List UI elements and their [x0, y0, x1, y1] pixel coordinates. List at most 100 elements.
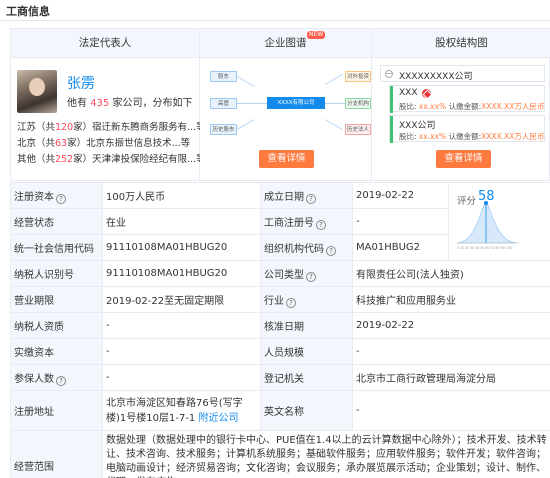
table-value: 2019-02-22至无固定期限: [102, 286, 261, 313]
business-scope-value: 数据处理（数据处理中的银行卡中心、PUE值在1.4以上的云计算数据中心除外）；技…: [102, 430, 550, 478]
table-row: 注册地址 北京市海淀区知春路76号(写字楼)1号楼10层1-7-1 附近公司 英…: [10, 390, 550, 431]
table-value: -: [102, 364, 261, 391]
capital-label: 认缴金额:: [448, 132, 482, 141]
graph-node-investment: 对外投资: [345, 71, 371, 82]
table-key: 统一社会信用代码: [10, 234, 103, 261]
question-circle-icon[interactable]: ?: [306, 271, 316, 282]
table-row: 纳税人资质 - 核准日期 2019-02-22: [10, 312, 550, 339]
region-label: 其他（共: [17, 154, 56, 165]
region-line[interactable]: 江苏（共120家）宿迁新东腾商务服务有...等: [17, 119, 200, 133]
graph-node-shareholder: 股东: [210, 71, 237, 82]
equity-holder[interactable]: XXX 股比: xx.xx% 认缴金额:XXXX.XX万人民币: [389, 85, 545, 113]
capital-label: 认缴金额:: [448, 102, 482, 111]
nearby-companies-link[interactable]: 附近公司: [198, 413, 238, 424]
table-row: 参保人数? - 登记机关 北京市工商行政管理局海淀分局: [10, 364, 550, 391]
table-row: 纳税人识别号 91110108MA01HBUG20 公司类型? 有限责任公司(法…: [10, 260, 550, 287]
graph-edge: [237, 103, 267, 104]
table-value: 有限责任公司(法人独资): [352, 260, 550, 287]
region-line[interactable]: 其他（共252家）天津津投保险经纪有限...等: [17, 151, 200, 165]
table-value: 91110108MA01HBUG20: [102, 260, 261, 287]
table-key: 组织机构代码?: [260, 234, 353, 261]
key-label: 公司类型: [264, 269, 304, 281]
count-suffix: 家公司，分布如下: [112, 98, 193, 109]
table-key: 核准日期: [260, 312, 353, 339]
graph-detail-button[interactable]: 查看详情: [259, 150, 314, 168]
table-value: 北京市海淀区知春路76号(写字楼)1号楼10层1-7-1 附近公司: [102, 390, 261, 431]
table-key: 行业?: [260, 286, 353, 313]
graph-header-label: 企业图谱: [264, 37, 307, 49]
key-label: 成立日期: [264, 191, 304, 203]
table-value: 科技推广和应用服务业: [352, 286, 550, 313]
company-count: 他有 435 家公司，分布如下: [67, 94, 192, 109]
table-key: 注册资本?: [10, 182, 103, 209]
ratio-value: xx.xx%: [418, 132, 447, 141]
table-key: 经营状态: [10, 208, 103, 235]
score-cell[interactable]: 评分 58 0 10 20 30 40 50 60 70 80 90 100: [448, 182, 550, 261]
score-distribution-chart: 0 10 20 30 40 50 60 70 80 90 100: [456, 201, 519, 250]
table-value: MA01HBUG2: [352, 234, 449, 261]
table-value: -: [102, 312, 261, 339]
table-value: 2019-02-22: [352, 312, 550, 339]
capital-value: XXXX.XX万人民币: [481, 132, 545, 141]
key-label: 工商注册号: [264, 217, 314, 229]
equity-header: 股权结构图: [372, 29, 550, 58]
table-key: 成立日期?: [260, 182, 353, 209]
legal-rep-panel: 法定代表人 张雳 他有 435 家公司，分布如下 江苏（共120家）宿迁新东腾商…: [11, 29, 200, 182]
avatar[interactable]: [17, 70, 57, 113]
equity-root-name: XXXXXXXXX公司: [399, 72, 473, 82]
graph-center-node: XXXX有限公司: [267, 97, 325, 109]
table-key: 参保人数?: [10, 364, 103, 391]
question-circle-icon[interactable]: ?: [56, 375, 66, 386]
equity-holder[interactable]: XXX公司 股比: xx.xx% 认缴金额:XXXX.XX万人民币: [389, 115, 545, 143]
graph-header: 企业图谱 NEW: [200, 29, 371, 58]
region-line[interactable]: 北京（共63家）北京东振世信息技术...等: [17, 135, 200, 149]
table-key: 登记机关: [260, 364, 353, 391]
holder-name: XXX: [399, 88, 418, 98]
count-number[interactable]: 435: [90, 98, 109, 109]
holder-name: XXX公司: [399, 121, 436, 131]
graph-node-history-shareholder: 历史股东: [210, 124, 237, 135]
region-count: 63: [55, 138, 68, 149]
ratio-label: 股比:: [399, 102, 417, 111]
graph-edge: [325, 103, 345, 104]
question-circle-icon[interactable]: ?: [326, 245, 336, 256]
legal-rep-name[interactable]: 张雳: [67, 73, 95, 93]
table-key: 工商注册号?: [260, 208, 353, 235]
section-title: 工商信息: [6, 5, 50, 18]
table-key: 注册地址: [10, 390, 103, 431]
table-key: 公司类型?: [260, 260, 353, 287]
table-key: 经营范围: [10, 430, 103, 478]
region-count: 252: [55, 154, 74, 165]
key-label: 行业: [264, 295, 284, 307]
key-label: 注册资本: [14, 191, 54, 203]
table-row: 经营范围 数据处理（数据处理中的银行卡中心、PUE值在1.4以上的云计算数据中心…: [10, 430, 550, 478]
holder-accent-bar: [390, 116, 393, 143]
overview-panels: 法定代表人 张雳 他有 435 家公司，分布如下 江苏（共120家）宿迁新东腾商…: [10, 28, 550, 182]
ratio-label: 股比:: [399, 132, 417, 141]
collapse-icon[interactable]: −: [385, 70, 393, 78]
svg-text:0 10 20 30 40 50 60 70 80 90 1: 0 10 20 30 40 50 60 70 80 90 100: [457, 246, 512, 250]
graph-edge: [324, 119, 343, 130]
person-seal-icon: [422, 89, 431, 98]
question-circle-icon[interactable]: ?: [286, 297, 296, 308]
title-divider: [0, 20, 550, 21]
question-circle-icon[interactable]: ?: [56, 193, 66, 204]
question-circle-icon[interactable]: ?: [316, 219, 326, 230]
graph-node-branch: 分支机构: [345, 98, 371, 109]
equity-root[interactable]: − XXXXXXXXX公司: [380, 65, 545, 82]
table-value: 100万人民币: [102, 182, 261, 209]
table-value: -: [352, 338, 550, 365]
table-row: 注册资本? 100万人民币 成立日期? 2019-02-22 评分 58 0 1…: [10, 182, 550, 261]
region-companies: 家）宿迁新东腾商务服务有...等: [73, 122, 200, 133]
graph-edge: [236, 76, 255, 87]
equity-detail-button[interactable]: 查看详情: [436, 150, 491, 168]
graph-node-history-legal: 历史法人: [345, 124, 371, 135]
table-value: -: [102, 338, 261, 365]
holder-ratio: 股比: xx.xx% 认缴金额:XXXX.XX万人民币: [399, 131, 544, 142]
key-label: 组织机构代码: [264, 243, 324, 255]
table-key: 实缴资本: [10, 338, 103, 365]
question-circle-icon[interactable]: ?: [306, 193, 316, 204]
table-value: -: [352, 390, 550, 431]
business-info-table: 注册资本? 100万人民币 成立日期? 2019-02-22 评分 58 0 1…: [10, 182, 550, 478]
holder-accent-bar: [390, 86, 393, 113]
